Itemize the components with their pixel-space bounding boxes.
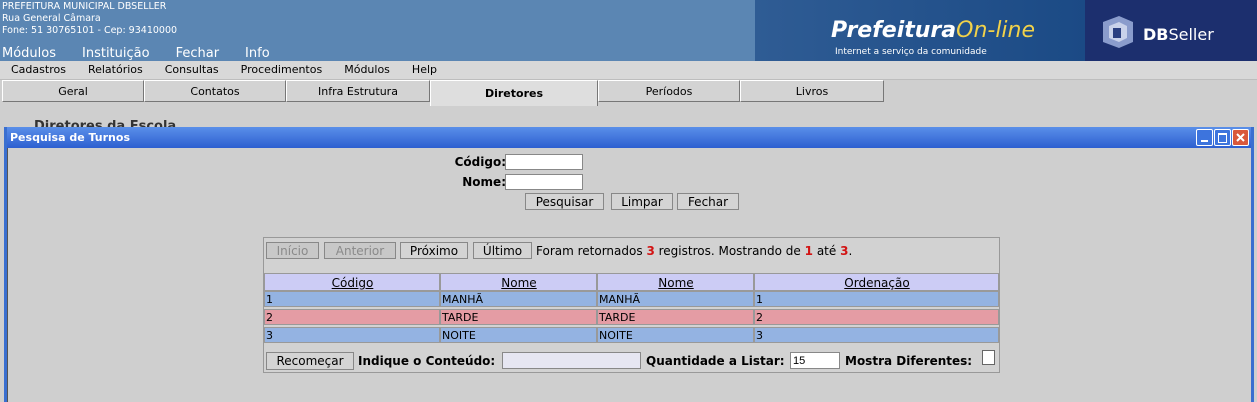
limpar-button[interactable]: Limpar bbox=[611, 193, 673, 210]
brand-seller: Seller bbox=[1168, 25, 1214, 44]
table-cell[interactable]: 3 bbox=[264, 327, 440, 343]
ultimo-button[interactable]: Último bbox=[473, 242, 532, 259]
logo-prefix: Prefeitura bbox=[831, 18, 957, 43]
table-cell[interactable]: 3 bbox=[754, 327, 999, 343]
window-titlebar: Pesquisa de Turnos bbox=[7, 127, 1251, 148]
brand-db: DB bbox=[1143, 25, 1169, 44]
tab-diretores[interactable]: Diretores bbox=[430, 80, 598, 106]
table-cell[interactable]: TARDE bbox=[597, 309, 754, 325]
pager-status: Foram retornados 3 registros. Mostrando … bbox=[536, 244, 852, 258]
recomecar-button[interactable]: Recomeçar bbox=[266, 352, 354, 370]
header-nome-1[interactable]: Nome bbox=[440, 273, 597, 291]
window-body: Código: Nome: Pesquisar Limpar Fechar In… bbox=[7, 148, 1251, 402]
close-icon[interactable] bbox=[1232, 129, 1249, 146]
table-cell[interactable]: 1 bbox=[754, 291, 999, 307]
codigo-input[interactable] bbox=[505, 154, 583, 170]
pager: Início Anterior Próximo Último Foram ret… bbox=[264, 240, 999, 260]
menu-relatorios[interactable]: Relatórios bbox=[77, 61, 154, 79]
pager-text-1: Foram retornados bbox=[536, 244, 643, 258]
inicio-button[interactable]: Início bbox=[266, 242, 319, 259]
logo-title: PrefeituraOn-line bbox=[831, 18, 1035, 43]
header-ordenacao[interactable]: Ordenação bbox=[754, 273, 999, 291]
nome-label: Nome: bbox=[462, 175, 506, 189]
table-cell[interactable]: TARDE bbox=[440, 309, 597, 325]
anterior-button[interactable]: Anterior bbox=[324, 242, 396, 259]
app-banner: PREFEITURA MUNICIPAL DBSELLER Rua Genera… bbox=[0, 0, 1257, 61]
maximize-icon[interactable] bbox=[1214, 129, 1231, 146]
pager-text-2: registros. Mostrando de bbox=[658, 244, 801, 258]
minimize-icon[interactable] bbox=[1196, 129, 1213, 146]
header-nome-2[interactable]: Nome bbox=[597, 273, 754, 291]
top-menu: Módulos Instituição Fechar Info bbox=[2, 46, 296, 61]
header-codigo[interactable]: Código bbox=[264, 273, 440, 291]
proximo-button[interactable]: Próximo bbox=[400, 242, 468, 259]
table-cell[interactable]: 2 bbox=[264, 309, 440, 325]
indique-label: Indique o Conteúdo: bbox=[358, 354, 496, 368]
window-controls bbox=[1196, 129, 1249, 146]
tab-bar: Geral Contatos Infra Estrutura Diretores… bbox=[2, 80, 884, 106]
mostra-label: Mostra Diferentes: bbox=[845, 354, 973, 368]
org-info: PREFEITURA MUNICIPAL DBSELLER Rua Genera… bbox=[2, 1, 177, 37]
window-title: Pesquisa de Turnos bbox=[10, 131, 130, 144]
tab-livros[interactable]: Livros bbox=[740, 80, 884, 102]
menu-consultas[interactable]: Consultas bbox=[154, 61, 230, 79]
quantidade-input[interactable] bbox=[790, 352, 840, 369]
dbseller-mark-icon bbox=[1103, 16, 1133, 48]
pager-from: 1 bbox=[804, 244, 813, 258]
logo-suffix: On-line bbox=[956, 18, 1036, 43]
top-menu-info[interactable]: Info bbox=[245, 46, 270, 61]
org-phone: Fone: 51 30765101 - Cep: 93410000 bbox=[2, 25, 178, 36]
quantidade-label: Quantidade a Listar: bbox=[646, 354, 785, 368]
search-window: Pesquisa de Turnos Código: Nome: Pesquis… bbox=[4, 127, 1254, 402]
org-name: PREFEITURA MUNICIPAL DBSELLER bbox=[2, 1, 167, 12]
top-menu-modulos[interactable]: Módulos bbox=[2, 46, 56, 61]
results-grid: Início Anterior Próximo Último Foram ret… bbox=[263, 237, 1000, 373]
pager-text-3: até bbox=[816, 244, 837, 258]
prefeitura-online-logo: PrefeituraOn-line Internet a serviço da … bbox=[755, 0, 1085, 61]
pager-total: 3 bbox=[646, 244, 655, 258]
dbseller-text: DBSeller bbox=[1143, 25, 1214, 44]
tab-contatos[interactable]: Contatos bbox=[144, 80, 286, 102]
nome-input[interactable] bbox=[505, 174, 583, 190]
menu-help[interactable]: Help bbox=[401, 61, 448, 79]
top-menu-fechar[interactable]: Fechar bbox=[176, 46, 219, 61]
menu-cadastros[interactable]: Cadastros bbox=[0, 61, 77, 79]
menu-procedimentos[interactable]: Procedimentos bbox=[230, 61, 334, 79]
table-cell[interactable]: NOITE bbox=[597, 327, 754, 343]
table-cell[interactable]: 1 bbox=[264, 291, 440, 307]
menu-modulos[interactable]: Módulos bbox=[333, 61, 401, 79]
indique-input[interactable] bbox=[502, 352, 641, 369]
dbseller-logo: DBSeller bbox=[1085, 0, 1257, 61]
table-cell[interactable]: NOITE bbox=[440, 327, 597, 343]
tab-periodos[interactable]: Períodos bbox=[598, 80, 740, 102]
fechar-button[interactable]: Fechar bbox=[677, 193, 739, 210]
tab-infra-estrutura[interactable]: Infra Estrutura bbox=[286, 80, 430, 102]
logo-tagline: Internet a serviço da comunidade bbox=[835, 47, 987, 57]
codigo-label: Código: bbox=[454, 155, 506, 169]
table-cell[interactable]: MANHÃ bbox=[440, 291, 597, 307]
menubar: Cadastros Relatórios Consultas Procedime… bbox=[0, 61, 1257, 80]
pager-text-4: . bbox=[848, 244, 853, 258]
top-menu-instituicao[interactable]: Instituição bbox=[82, 46, 150, 61]
table-cell[interactable]: MANHÃ bbox=[597, 291, 754, 307]
org-address: Rua General Câmara bbox=[2, 13, 101, 24]
pesquisar-button[interactable]: Pesquisar bbox=[525, 193, 604, 210]
tab-geral[interactable]: Geral bbox=[2, 80, 144, 102]
mostra-diferentes-checkbox[interactable] bbox=[982, 350, 995, 365]
table-cell[interactable]: 2 bbox=[754, 309, 999, 325]
